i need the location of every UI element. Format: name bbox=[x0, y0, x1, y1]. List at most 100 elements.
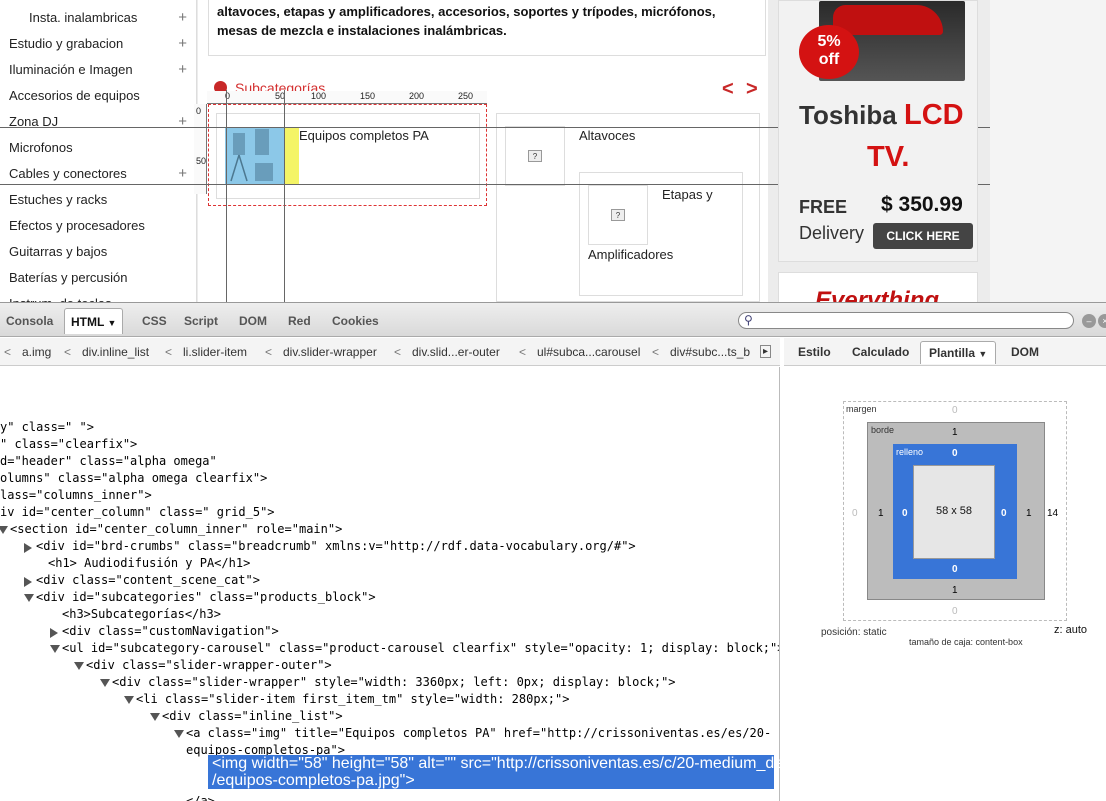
expand-icon[interactable]: + bbox=[178, 5, 187, 31]
tab-estilo[interactable]: Estilo bbox=[798, 345, 831, 359]
firebug-toolbar: Consola HTML ▼ CSS Script DOM Red Cookie… bbox=[0, 303, 1106, 337]
carousel-prev-button[interactable]: < bbox=[722, 78, 734, 101]
tab-dom-side[interactable]: DOM bbox=[1011, 345, 1039, 359]
expand-icon[interactable]: + bbox=[178, 57, 187, 83]
expanded-twisty-icon[interactable] bbox=[24, 594, 34, 602]
chevron-down-icon[interactable]: ▼ bbox=[107, 318, 116, 328]
search-icon: ⚲ bbox=[744, 313, 753, 327]
expanded-twisty-icon[interactable] bbox=[150, 713, 160, 721]
breadcrumb-more-icon[interactable]: ▸ bbox=[760, 345, 772, 358]
expanded-twisty-icon[interactable] bbox=[0, 526, 8, 534]
layout-box-model: margen borde relleno 0 0 0 14 1 1 1 1 0 … bbox=[784, 367, 1106, 801]
chevron-down-icon[interactable]: ▼ bbox=[978, 349, 987, 359]
html-node-line[interactable]: </a> bbox=[186, 793, 215, 801]
html-node-line[interactable]: <div class="customNavigation"> bbox=[62, 623, 279, 640]
html-node-line[interactable]: <section id="center_column_inner" role="… bbox=[10, 521, 342, 538]
discount-badge: 5% off bbox=[799, 25, 859, 79]
expanded-twisty-icon[interactable] bbox=[174, 730, 184, 738]
tv-advertisement[interactable]: 5% off Toshiba LCD TV. FREE Delivery $ 35… bbox=[778, 0, 978, 262]
tab-cookies[interactable]: Cookies bbox=[326, 311, 385, 337]
html-node-line[interactable]: " class="clearfix"> bbox=[0, 436, 137, 453]
html-tree: y" class=" "> " class="clearfix"> d="heade… bbox=[0, 367, 780, 801]
html-node-line[interactable]: <a class="img" title="Equipos completos … bbox=[186, 725, 771, 742]
html-node-line[interactable]: <ul id="subcategory-carousel" class="pro… bbox=[62, 640, 779, 657]
html-node-line[interactable]: y" class=" "> bbox=[0, 419, 94, 436]
inspector-ruler-vertical: 0 50 bbox=[194, 104, 207, 194]
sidebar-item-teclas[interactable]: Instrum. de teclas bbox=[9, 291, 189, 302]
ad-delivery: Delivery bbox=[799, 223, 865, 243]
tab-html[interactable]: HTML ▼ bbox=[64, 308, 124, 334]
minimize-icon[interactable]: – bbox=[1082, 314, 1096, 328]
tab-dom[interactable]: DOM bbox=[233, 311, 273, 337]
breadcrumb-item[interactable]: a.img bbox=[22, 345, 51, 359]
expand-icon[interactable]: + bbox=[178, 31, 187, 57]
product-image[interactable]: ? bbox=[588, 185, 648, 245]
tab-consola[interactable]: Consola bbox=[0, 311, 59, 337]
parent-outline bbox=[208, 104, 487, 206]
firebug-panel: Consola HTML ▼ CSS Script DOM Red Cookie… bbox=[0, 302, 1106, 801]
sidebar-item-insta-inalambricas[interactable]: Insta. inalambricas + bbox=[29, 5, 189, 31]
breadcrumb-item[interactable]: div#subc...ts_b bbox=[670, 345, 750, 359]
breadcrumb-item[interactable]: li.slider-item bbox=[183, 345, 247, 359]
missing-image-icon: ? bbox=[611, 209, 625, 221]
category-description: altavoces, etapas y amplificadores, acce… bbox=[208, 0, 766, 56]
html-node-line[interactable]: olumns" class="alpha omega clearfix"> bbox=[0, 470, 267, 487]
sidebar-item-accesorios[interactable]: Accesorios de equipos bbox=[9, 83, 189, 109]
html-node-line[interactable]: <li class="slider-item first_item_tm" st… bbox=[136, 691, 569, 708]
carousel-next-button[interactable]: > bbox=[746, 78, 758, 101]
subcategory-label[interactable]: Altavoces bbox=[579, 128, 635, 143]
missing-image-icon: ? bbox=[528, 150, 542, 162]
expanded-twisty-icon[interactable] bbox=[100, 679, 110, 687]
position-info: posición: static bbox=[821, 627, 887, 638]
selected-node[interactable]: <img width="58" height="58" alt="" src="… bbox=[208, 755, 813, 789]
breadcrumb-item[interactable]: ul#subca...carousel bbox=[537, 345, 640, 359]
breadcrumb-item[interactable]: div.inline_list bbox=[82, 345, 149, 359]
sidebar-item-baterias[interactable]: Baterías y percusión bbox=[9, 265, 189, 291]
click-here-button[interactable]: CLICK HERE bbox=[873, 223, 973, 249]
html-node-line[interactable]: d="header" class="alpha omega" bbox=[0, 453, 217, 470]
secondary-advertisement[interactable]: Everything bbox=[778, 272, 978, 302]
sidebar-item-estudio[interactable]: Estudio y grabacion + bbox=[9, 31, 189, 57]
expanded-twisty-icon[interactable] bbox=[124, 696, 134, 704]
search-input[interactable]: ⚲ bbox=[738, 312, 1074, 329]
expand-icon[interactable]: + bbox=[178, 109, 187, 135]
ad-tv-text: TV. bbox=[867, 141, 910, 173]
breadcrumb-item[interactable]: div.slider-wrapper bbox=[283, 345, 377, 359]
category-sidebar: Insta. inalambricas + Estudio y grabacion… bbox=[0, 0, 197, 302]
html-node-line[interactable]: <div id="subcategories" class="products_… bbox=[36, 589, 376, 606]
tab-calculado[interactable]: Calculado bbox=[852, 345, 909, 359]
tab-script[interactable]: Script bbox=[178, 311, 224, 337]
html-node-line[interactable]: <div id="brd-crumbs" class="breadcrumb" … bbox=[36, 538, 636, 555]
product-image[interactable]: ? bbox=[505, 126, 565, 186]
html-node-line[interactable]: <h1> Audiodifusión y PA</h1> bbox=[48, 555, 250, 572]
breadcrumb-item[interactable]: div.slid...er-outer bbox=[412, 345, 500, 359]
z-index-info: z: auto bbox=[1054, 624, 1088, 636]
close-icon[interactable]: × bbox=[1098, 314, 1106, 328]
expanded-twisty-icon[interactable] bbox=[50, 645, 60, 653]
sidebar-item-guitarras[interactable]: Guitarras y bajos bbox=[9, 239, 189, 265]
html-node-line[interactable]: <div class="content_scene_cat"> bbox=[36, 572, 260, 589]
sidebar-item-estuches[interactable]: Estuches y racks bbox=[9, 187, 189, 213]
sidebar-item-efectos[interactable]: Efectos y procesadores bbox=[9, 213, 189, 239]
ad-price: $ 350.99 bbox=[881, 193, 963, 216]
sidebar-item-zona-dj[interactable]: Zona DJ + bbox=[9, 109, 189, 135]
tab-red[interactable]: Red bbox=[282, 311, 317, 337]
html-node-line[interactable]: <div class="slider-wrapper" style="width… bbox=[112, 674, 676, 691]
html-node-line[interactable]: <div class="inline_list"> bbox=[162, 708, 343, 725]
expanded-twisty-icon[interactable] bbox=[74, 662, 84, 670]
guide-line bbox=[226, 90, 227, 302]
tab-css[interactable]: CSS bbox=[136, 311, 173, 337]
subcategory-label[interactable]: Amplificadores bbox=[588, 247, 673, 262]
subcategory-label[interactable]: Etapas y bbox=[662, 187, 713, 202]
sidebar-item-microfonos[interactable]: Microfonos bbox=[9, 135, 189, 161]
content-size[interactable]: 58 x 58 bbox=[913, 505, 995, 517]
collapsed-twisty-icon[interactable] bbox=[24, 543, 32, 553]
collapsed-twisty-icon[interactable] bbox=[50, 628, 58, 638]
tab-plantilla[interactable]: Plantilla ▼ bbox=[920, 341, 997, 364]
html-node-line[interactable]: iv id="center_column" class=" grid_5"> bbox=[0, 504, 275, 521]
html-node-line[interactable]: lass="columns_inner"> bbox=[0, 487, 152, 504]
html-node-line[interactable]: <div class="slider-wrapper-outer"> bbox=[86, 657, 332, 674]
collapsed-twisty-icon[interactable] bbox=[24, 577, 32, 587]
html-node-line[interactable]: <h3>Subcategorías</h3> bbox=[62, 606, 221, 623]
sidebar-item-iluminacion[interactable]: Iluminación e Imagen + bbox=[9, 57, 189, 83]
